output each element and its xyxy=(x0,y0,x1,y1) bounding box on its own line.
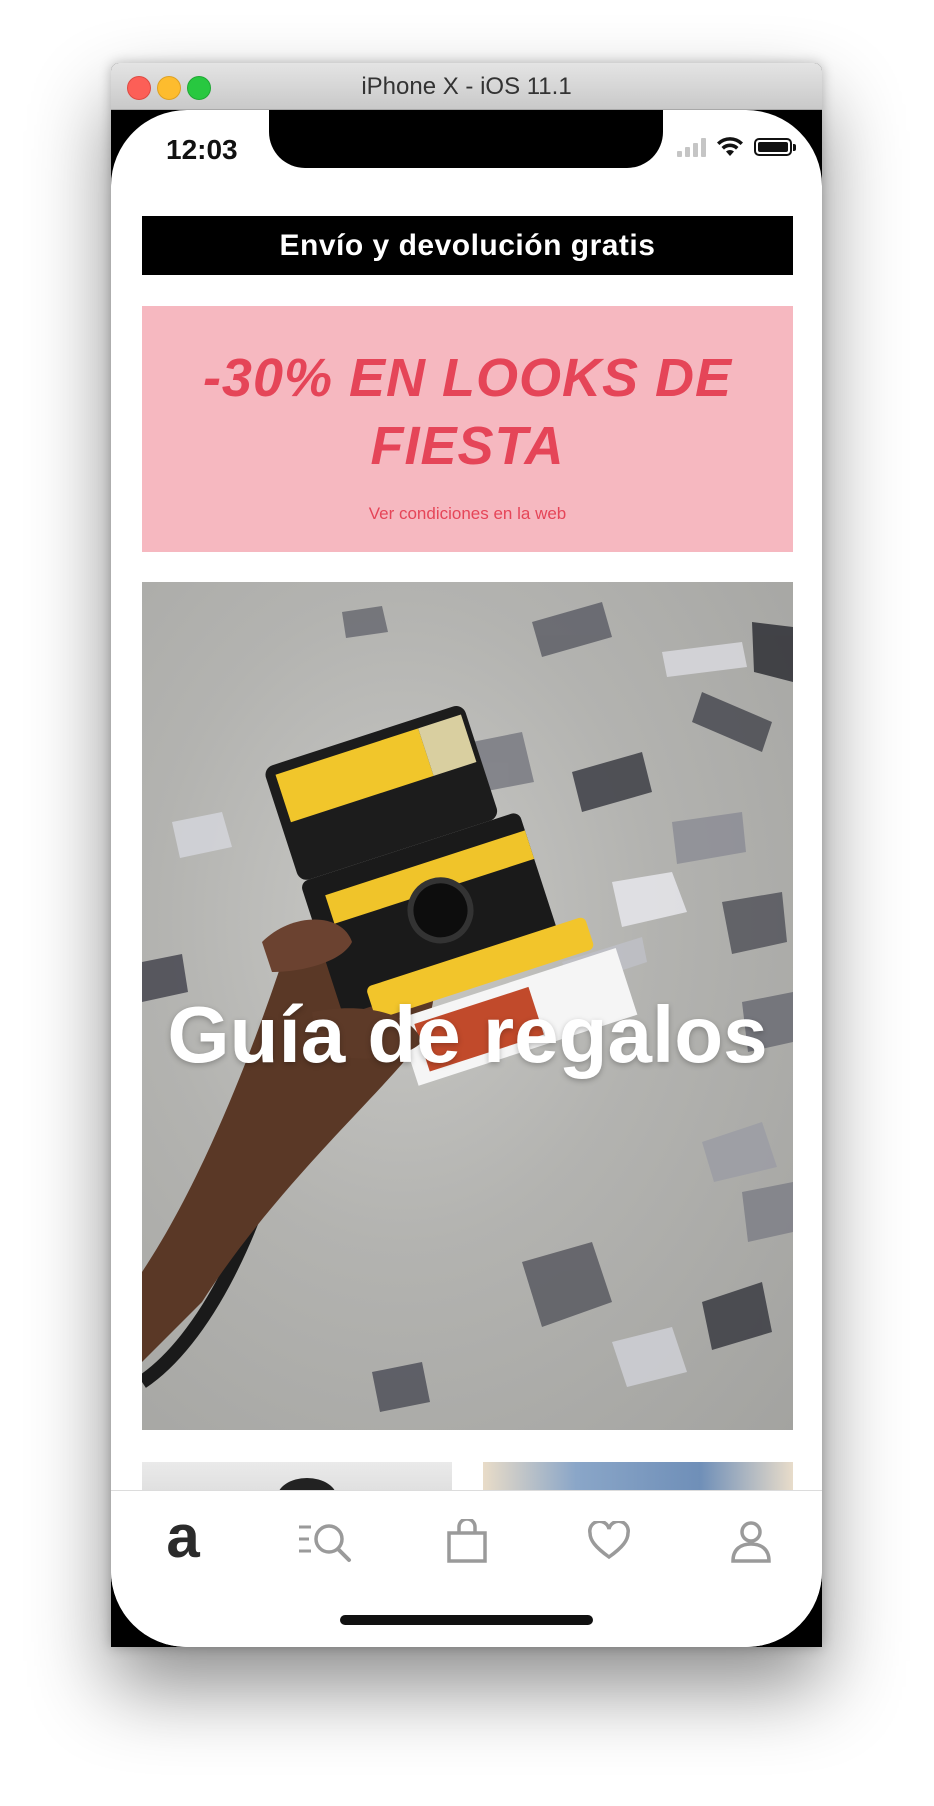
sale-headline: -30% EN LOOKS DE FIESTA xyxy=(202,348,733,476)
tab-account[interactable] xyxy=(721,1511,781,1571)
wifi-icon xyxy=(717,137,743,156)
heart-icon xyxy=(588,1521,630,1560)
simulator-window: iPhone X - iOS 11.1 12:03 Envío y devolu… xyxy=(111,63,822,1647)
hero-title: Guía de regalos xyxy=(167,990,768,1079)
asos-logo-icon: a xyxy=(166,1503,200,1570)
gift-guide-hero[interactable]: Guía de regalos xyxy=(142,582,793,1430)
window-titlebar: iPhone X - iOS 11.1 xyxy=(111,63,822,110)
window-title: iPhone X - iOS 11.1 xyxy=(361,73,572,100)
device-notch xyxy=(269,110,663,168)
tab-saved[interactable] xyxy=(579,1511,639,1571)
tab-home[interactable]: a xyxy=(153,1507,213,1571)
battery-icon xyxy=(754,138,796,156)
cellular-signal-icon xyxy=(677,137,706,157)
status-time: 12:03 xyxy=(166,134,238,165)
phone-screen: 12:03 Envío y devolución gratis -30% EN … xyxy=(111,110,822,1647)
sale-banner[interactable]: -30% EN LOOKS DE FIESTA Ver condiciones … xyxy=(142,306,793,552)
status-icons xyxy=(677,136,796,158)
user-icon xyxy=(731,1521,771,1563)
tab-search[interactable] xyxy=(295,1511,355,1571)
shopping-bag-icon xyxy=(447,1519,487,1563)
search-icon xyxy=(299,1524,351,1562)
home-indicator[interactable] xyxy=(340,1615,593,1625)
free-shipping-banner[interactable]: Envío y devolución gratis xyxy=(142,216,793,275)
tab-bag[interactable] xyxy=(437,1511,497,1571)
sale-terms-link[interactable]: Ver condiciones en la web xyxy=(142,504,793,524)
